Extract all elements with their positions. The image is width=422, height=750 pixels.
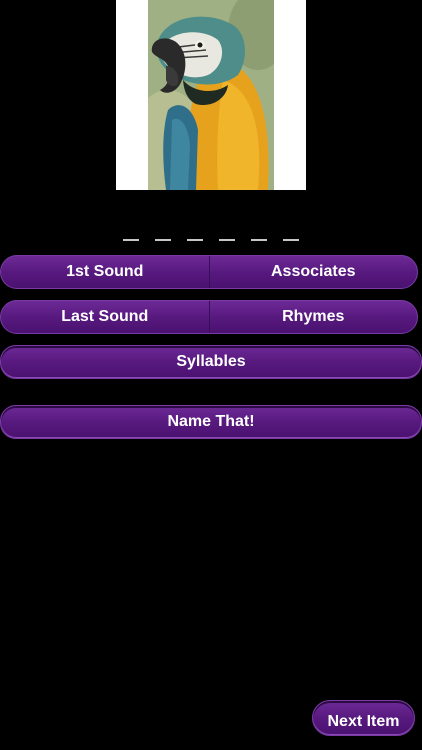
last-sound-button[interactable]: Last Sound: [1, 301, 210, 333]
rhymes-button[interactable]: Rhymes: [210, 301, 418, 333]
letter-blank: [283, 239, 299, 241]
hint-row-1: 1st Sound Associates: [0, 255, 418, 289]
letter-blank: [123, 239, 139, 241]
parrot-illustration: [148, 0, 274, 190]
associates-button[interactable]: Associates: [210, 256, 418, 288]
name-that-button[interactable]: Name That!: [0, 405, 422, 439]
first-sound-button[interactable]: 1st Sound: [1, 256, 210, 288]
parrot-photo: [148, 0, 274, 190]
hint-row-2: Last Sound Rhymes: [0, 300, 418, 334]
answer-blanks: [0, 228, 422, 248]
letter-blank: [155, 239, 171, 241]
letter-blank: [187, 239, 203, 241]
letter-blank: [219, 239, 235, 241]
syllables-button[interactable]: Syllables: [0, 345, 422, 379]
letter-blank: [251, 239, 267, 241]
picture-card: [116, 0, 306, 190]
next-item-button[interactable]: Next Item: [312, 700, 415, 736]
